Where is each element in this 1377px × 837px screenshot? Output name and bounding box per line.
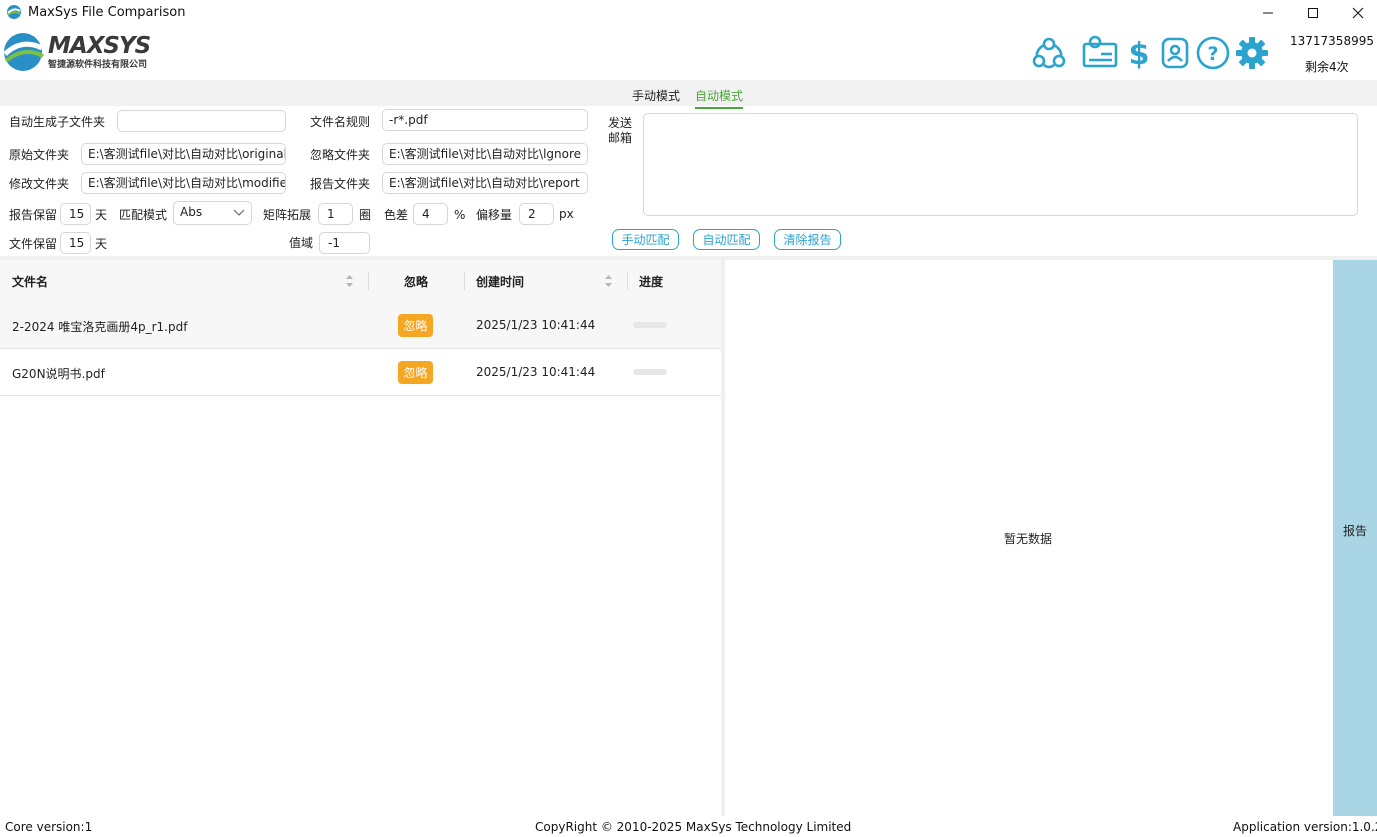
filename-rule-label: 文件名规则 [310, 115, 371, 129]
row-progress-bar [633, 322, 667, 328]
email-textarea[interactable] [643, 113, 1358, 216]
contact-icon [1161, 37, 1189, 69]
phone-number: 13717358995 [1290, 34, 1374, 48]
sort-icon[interactable] [345, 273, 354, 289]
pricing-button[interactable]: $ [1120, 34, 1158, 72]
offset-unit: px [559, 207, 574, 221]
report-keep-input[interactable]: 15 [60, 203, 91, 225]
matrix-expand-label: 矩阵拓展 [263, 208, 312, 222]
match-mode-value: Abs [180, 205, 203, 219]
color-diff-unit: % [454, 208, 466, 222]
table-header: 文件名 忽略 创建时间 进度 [0, 260, 721, 302]
ignore-button[interactable]: 忽略 [398, 361, 433, 384]
maximize-button[interactable] [1290, 0, 1336, 26]
close-icon [1352, 7, 1364, 19]
app-version: Application version:1.0.2 [1233, 820, 1377, 834]
auto-match-button[interactable]: 自动匹配 [693, 229, 760, 250]
dollar-icon: $ [1129, 37, 1150, 72]
row-created-time: 2025/1/23 10:41:44 [476, 365, 596, 379]
match-mode-label: 匹配模式 [119, 208, 168, 222]
file-table: 文件名 忽略 创建时间 进度 2-2024 唯宝洛克画册4p_r1.pdf 忽略… [0, 260, 721, 816]
svg-text:$: $ [1129, 37, 1150, 72]
share-button[interactable] [1030, 34, 1068, 72]
share-icon [1032, 37, 1066, 69]
title-bar: MaxSys File Comparison [0, 0, 1377, 26]
modified-folder-input[interactable]: E:\客测试file\对比\自动对比\modified [81, 172, 286, 194]
chevron-down-icon [233, 209, 245, 216]
file-keep-label: 文件保留 [9, 237, 58, 251]
app-logo-icon [7, 5, 21, 19]
remaining-count: 剩余4次 [1305, 60, 1349, 74]
report-side-label: 报告 [1343, 524, 1368, 538]
minimize-icon [1263, 12, 1273, 14]
column-divider [368, 272, 369, 290]
settings-button[interactable] [1233, 34, 1271, 72]
filename-rule-input[interactable]: -r*.pdf [382, 109, 588, 131]
column-filename[interactable]: 文件名 [12, 273, 48, 290]
logo-text: MAXSYS [48, 33, 151, 59]
file-keep-unit: 天 [95, 237, 108, 251]
sort-icon[interactable] [604, 273, 613, 289]
auto-subfolder-input[interactable] [117, 110, 286, 132]
table-row[interactable]: G20N说明书.pdf 忽略 2025/1/23 10:41:44 [0, 349, 721, 396]
file-keep-input[interactable]: 15 [60, 232, 91, 254]
help-button[interactable]: ? [1194, 34, 1232, 72]
report-keep-label: 报告保留 [9, 208, 58, 222]
original-folder-label: 原始文件夹 [9, 148, 70, 162]
column-ignore: 忽略 [404, 275, 429, 289]
ignore-folder-label: 忽略文件夹 [310, 148, 371, 162]
status-footer: Core version:1 CopyRight © 2010-2025 Max… [0, 816, 1377, 837]
offset-label: 偏移量 [476, 208, 513, 222]
color-diff-input[interactable]: 4 [413, 203, 448, 225]
id-card-button[interactable] [1081, 34, 1119, 72]
ignore-button[interactable]: 忽略 [398, 314, 433, 337]
close-button[interactable] [1335, 0, 1377, 26]
matrix-expand-input[interactable]: 1 [318, 203, 353, 225]
company-logo: MAXSYS 智捷源软件科技有限公司 [2, 30, 152, 74]
column-divider [464, 272, 465, 290]
minimize-button[interactable] [1245, 0, 1291, 26]
ignore-folder-input[interactable]: E:\客测试file\对比\自动对比\lgnore [382, 143, 588, 165]
tab-auto-mode[interactable]: 自动模式 [695, 87, 744, 109]
manual-match-button[interactable]: 手动匹配 [612, 229, 679, 250]
id-card-icon [1082, 35, 1118, 68]
empty-state-text: 暂无数据 [1003, 532, 1052, 546]
table-row[interactable]: 2-2024 唯宝洛克画册4p_r1.pdf 忽略 2025/1/23 10:4… [0, 302, 721, 349]
maxsys-logo-icon [3, 33, 44, 71]
offset-input[interactable]: 2 [519, 203, 554, 225]
copyright-text: CopyRight © 2010-2025 MaxSys Technology … [535, 820, 852, 834]
auto-subfolder-label: 自动生成子文件夹 [9, 115, 106, 129]
tab-manual-mode[interactable]: 手动模式 [632, 87, 680, 104]
logo-subtitle: 智捷源软件科技有限公司 [48, 60, 148, 70]
preview-panel: 暂无数据 [725, 260, 1331, 816]
row-progress-bar [633, 369, 667, 375]
threshold-input[interactable]: -1 [319, 232, 370, 254]
core-version: Core version:1 [5, 820, 93, 834]
report-folder-label: 报告文件夹 [310, 177, 371, 191]
report-side-panel[interactable]: 报告 [1333, 260, 1377, 816]
report-keep-unit: 天 [95, 208, 108, 222]
gear-icon [1236, 37, 1268, 69]
color-diff-label: 色差 [384, 208, 409, 222]
row-created-time: 2025/1/23 10:41:44 [476, 318, 596, 332]
mode-tab-bar: 手动模式 自动模式 [0, 80, 1377, 109]
help-icon: ? [1196, 36, 1230, 70]
maximize-icon [1308, 8, 1318, 18]
email-label-line2: 邮箱 [608, 131, 633, 145]
matrix-expand-unit: 圈 [359, 208, 372, 222]
contact-button[interactable] [1156, 34, 1194, 72]
threshold-label: 值域 [289, 236, 314, 250]
column-created[interactable]: 创建时间 [476, 273, 524, 290]
row-filename: G20N说明书.pdf [12, 367, 105, 381]
column-progress: 进度 [639, 275, 664, 289]
window-title: MaxSys File Comparison [28, 5, 186, 20]
report-folder-input[interactable]: E:\客测试file\对比\自动对比\report [382, 172, 588, 194]
column-divider [627, 272, 628, 290]
row-filename: 2-2024 唯宝洛克画册4p_r1.pdf [12, 320, 188, 334]
modified-folder-label: 修改文件夹 [9, 177, 70, 191]
match-mode-select[interactable]: Abs [173, 201, 252, 225]
clear-report-button[interactable]: 清除报告 [774, 229, 841, 250]
original-folder-input[interactable]: E:\客测试file\对比\自动对比\original [81, 143, 286, 165]
svg-text:?: ? [1207, 43, 1218, 65]
